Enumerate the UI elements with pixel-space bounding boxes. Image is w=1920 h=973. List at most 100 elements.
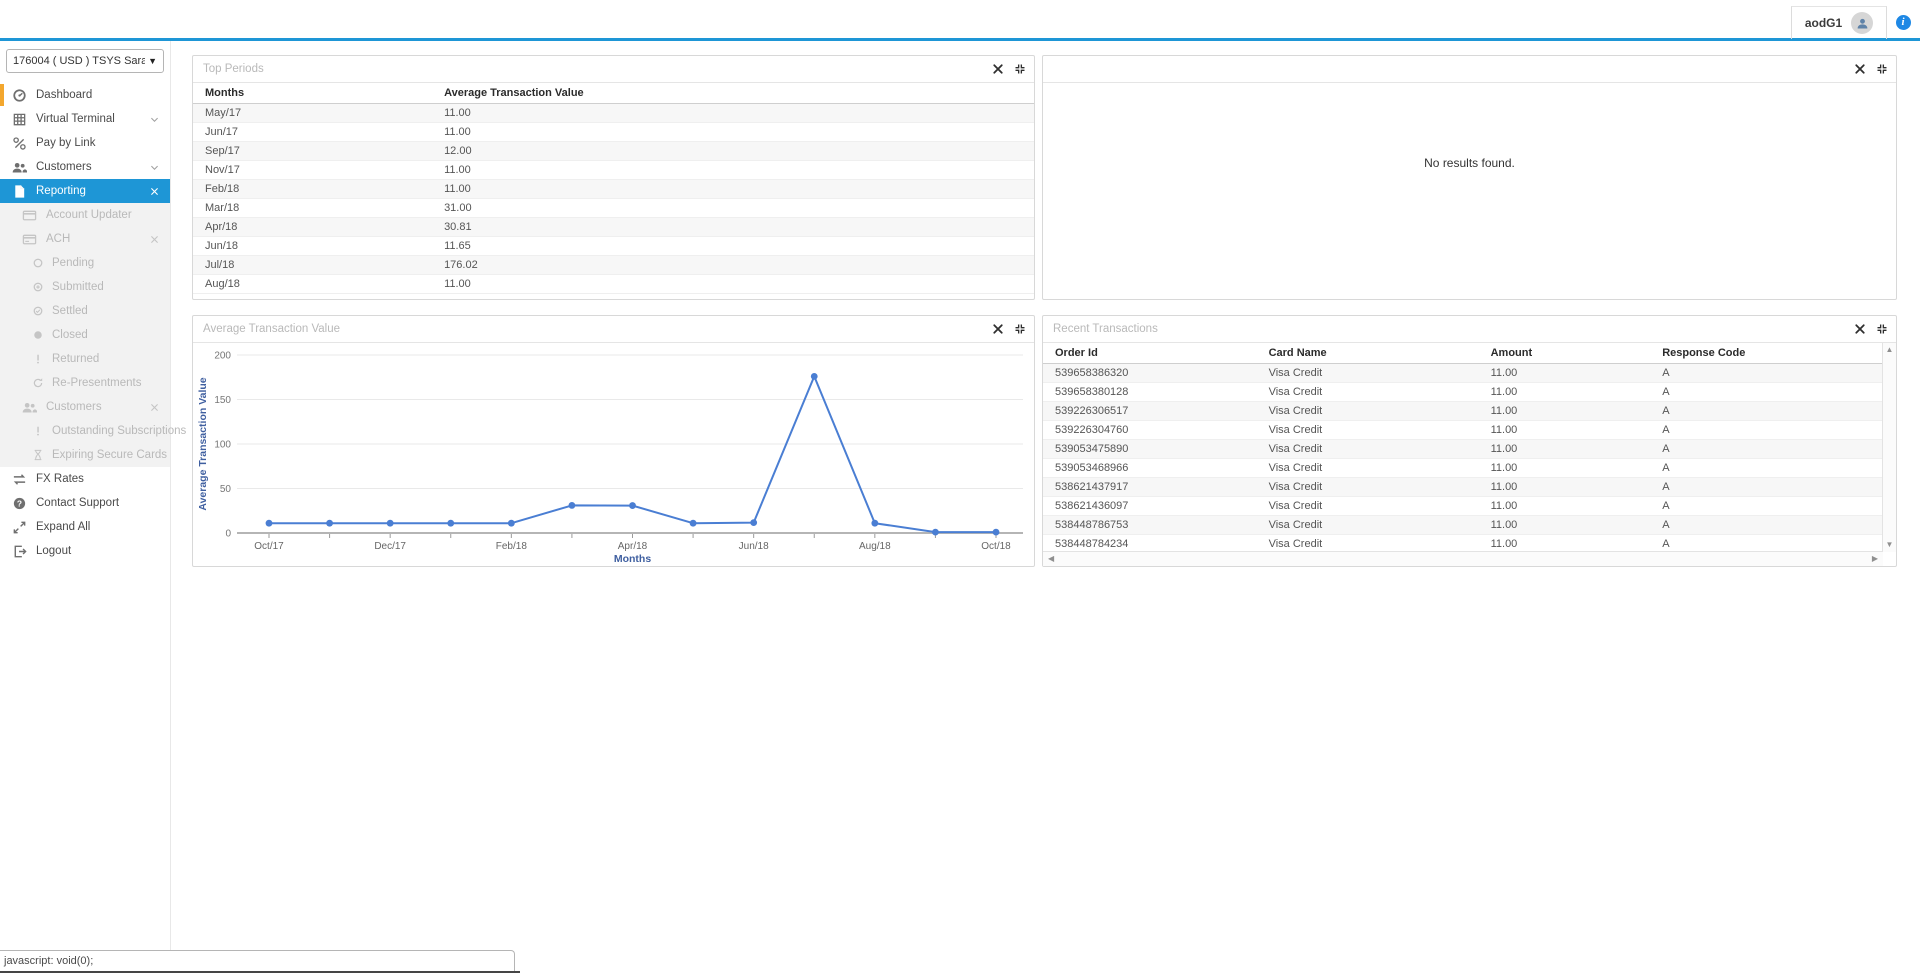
- dashboard-page: { "app": { "accent_color": "#1e96d6", "a…: [0, 0, 1920, 973]
- account-selector-value: 176004 ( USD ) TSYS Sara USD: [13, 55, 145, 67]
- table-row: Apr/1830.81: [193, 218, 1034, 237]
- collapse-icon[interactable]: [1014, 63, 1026, 75]
- svg-text:Dec/17: Dec/17: [374, 541, 406, 552]
- help-icon: ?: [12, 496, 27, 511]
- table-cell: 11.00: [1479, 535, 1651, 553]
- table-cell: 539658380128: [1043, 383, 1257, 402]
- table-cell: Jun/17: [193, 123, 432, 142]
- no-results-message: No results found.: [1043, 156, 1896, 170]
- active-page-marker: [0, 84, 4, 106]
- logout-icon: [12, 544, 27, 559]
- tools-icon[interactable]: [992, 63, 1004, 75]
- sidebar-item-reporting[interactable]: Reporting: [0, 179, 170, 203]
- table-row[interactable]: 538448784234Visa Credit11.00A: [1043, 535, 1883, 553]
- user-menu-button[interactable]: aodG1: [1791, 6, 1887, 39]
- table-cell: 539053468966: [1043, 459, 1257, 478]
- column-header: Amount: [1479, 343, 1651, 364]
- scroll-right-icon[interactable]: ▶: [1870, 552, 1880, 566]
- horizontal-scrollbar[interactable]: ◀ ▶: [1043, 551, 1883, 566]
- sidebar-item-pay-by-link[interactable]: Pay by Link: [0, 131, 170, 155]
- info-button[interactable]: i: [1886, 6, 1920, 38]
- table-row[interactable]: 538448786753Visa Credit11.00A: [1043, 516, 1883, 535]
- panel-header: [1043, 56, 1896, 83]
- sidebar-item-dashboard[interactable]: Dashboard: [0, 83, 170, 107]
- exclamation-icon: [32, 425, 44, 437]
- sidebar-item-label: Submitted: [52, 281, 104, 293]
- sidebar-item-outstanding-subscriptions[interactable]: Outstanding Subscriptions: [0, 419, 170, 443]
- sidebar-item-ach[interactable]: ACH: [0, 227, 170, 251]
- sidebar-item-label: Returned: [52, 353, 99, 365]
- scroll-down-icon[interactable]: ▼: [1884, 538, 1896, 552]
- sidebar-item-customers[interactable]: Customers: [0, 155, 170, 179]
- table-row[interactable]: 539053468966Visa Credit11.00A: [1043, 459, 1883, 478]
- column-header: Months: [193, 83, 432, 104]
- table-cell: 176.02: [432, 256, 1034, 275]
- sidebar-item-settled[interactable]: Settled: [0, 299, 170, 323]
- sidebar-item-fx-rates[interactable]: FX Rates: [0, 467, 170, 491]
- recent-transactions-panel: Recent Transactions Order IdCard NameAmo…: [1042, 315, 1897, 567]
- svg-text:Aug/18: Aug/18: [859, 541, 891, 552]
- sidebar-item-re-presentments[interactable]: Re-Presentments: [0, 371, 170, 395]
- collapse-icon[interactable]: [1876, 323, 1888, 335]
- table-cell: A: [1650, 383, 1883, 402]
- table-row: May/1711.00: [193, 104, 1034, 123]
- sidebar-item-expiring-secure-cards[interactable]: Expiring Secure Cards: [0, 443, 170, 467]
- table-row[interactable]: 539226304760Visa Credit11.00A: [1043, 421, 1883, 440]
- tools-icon[interactable]: [1854, 323, 1866, 335]
- scroll-left-icon[interactable]: ◀: [1046, 552, 1056, 566]
- table-row[interactable]: 539658380128Visa Credit11.00A: [1043, 383, 1883, 402]
- table-row[interactable]: 539658386320Visa Credit11.00A: [1043, 364, 1883, 383]
- sidebar-item-label: Virtual Terminal: [36, 113, 115, 125]
- tools-icon[interactable]: [992, 323, 1004, 335]
- table-cell: 11.00: [1479, 440, 1651, 459]
- table-cell: Sep/17: [193, 142, 432, 161]
- table-cell: Feb/18: [193, 180, 432, 199]
- sidebar-item-label: Pay by Link: [36, 137, 95, 149]
- table-cell: Visa Credit: [1257, 383, 1479, 402]
- account-selector[interactable]: 176004 ( USD ) TSYS Sara USD ▼: [6, 49, 164, 73]
- sidebar-item-label: Reporting: [36, 185, 86, 197]
- table-cell: Jul/18: [193, 256, 432, 275]
- sidebar-item-virtual-terminal[interactable]: Virtual Terminal: [0, 107, 170, 131]
- close-icon[interactable]: [149, 234, 160, 245]
- sidebar-item-contact-support[interactable]: ?Contact Support: [0, 491, 170, 515]
- sidebar-item-customers-sub[interactable]: Customers: [0, 395, 170, 419]
- sidebar-item-submitted[interactable]: Submitted: [0, 275, 170, 299]
- sidebar-item-closed[interactable]: Closed: [0, 323, 170, 347]
- username-label: aodG1: [1805, 16, 1842, 30]
- table-row[interactable]: 539226306517Visa Credit11.00A: [1043, 402, 1883, 421]
- table-cell: Visa Credit: [1257, 535, 1479, 553]
- scroll-up-icon[interactable]: ▲: [1884, 343, 1896, 357]
- sidebar-item-label: Settled: [52, 305, 88, 317]
- table-cell: Visa Credit: [1257, 497, 1479, 516]
- collapse-icon[interactable]: [1876, 63, 1888, 75]
- sidebar-item-expand-all[interactable]: Expand All: [0, 515, 170, 539]
- column-header: Card Name: [1257, 343, 1479, 364]
- table-row[interactable]: 538621436097Visa Credit11.00A: [1043, 497, 1883, 516]
- table-row: Mar/1831.00: [193, 199, 1034, 218]
- svg-text:200: 200: [214, 351, 231, 362]
- table-cell: Visa Credit: [1257, 459, 1479, 478]
- table-cell: 11.00: [1479, 383, 1651, 402]
- sidebar-item-pending[interactable]: Pending: [0, 251, 170, 275]
- close-icon[interactable]: [149, 402, 160, 413]
- table-cell: 11.00: [1479, 364, 1651, 383]
- svg-text:0: 0: [225, 529, 231, 540]
- sidebar-item-label: Re-Presentments: [52, 377, 141, 389]
- sidebar-item-returned[interactable]: Returned: [0, 347, 170, 371]
- sidebar-item-logout[interactable]: Logout: [0, 539, 170, 563]
- sidebar-item-label: Expand All: [36, 521, 90, 533]
- vertical-scrollbar[interactable]: ▲ ▼: [1882, 343, 1896, 552]
- table-row[interactable]: 538621437917Visa Credit11.00A: [1043, 478, 1883, 497]
- close-icon[interactable]: [149, 186, 160, 197]
- table-cell: 11.00: [1479, 421, 1651, 440]
- people-icon: [22, 400, 37, 415]
- collapse-icon[interactable]: [1014, 323, 1026, 335]
- tools-icon[interactable]: [1854, 63, 1866, 75]
- sidebar-item-account-updater[interactable]: Account Updater: [0, 203, 170, 227]
- exclamation-icon: [32, 353, 44, 365]
- table-row: Aug/1811.00: [193, 275, 1034, 294]
- svg-text:Apr/18: Apr/18: [618, 541, 648, 552]
- table-row[interactable]: 539053475890Visa Credit11.00A: [1043, 440, 1883, 459]
- column-header: Response Code: [1650, 343, 1883, 364]
